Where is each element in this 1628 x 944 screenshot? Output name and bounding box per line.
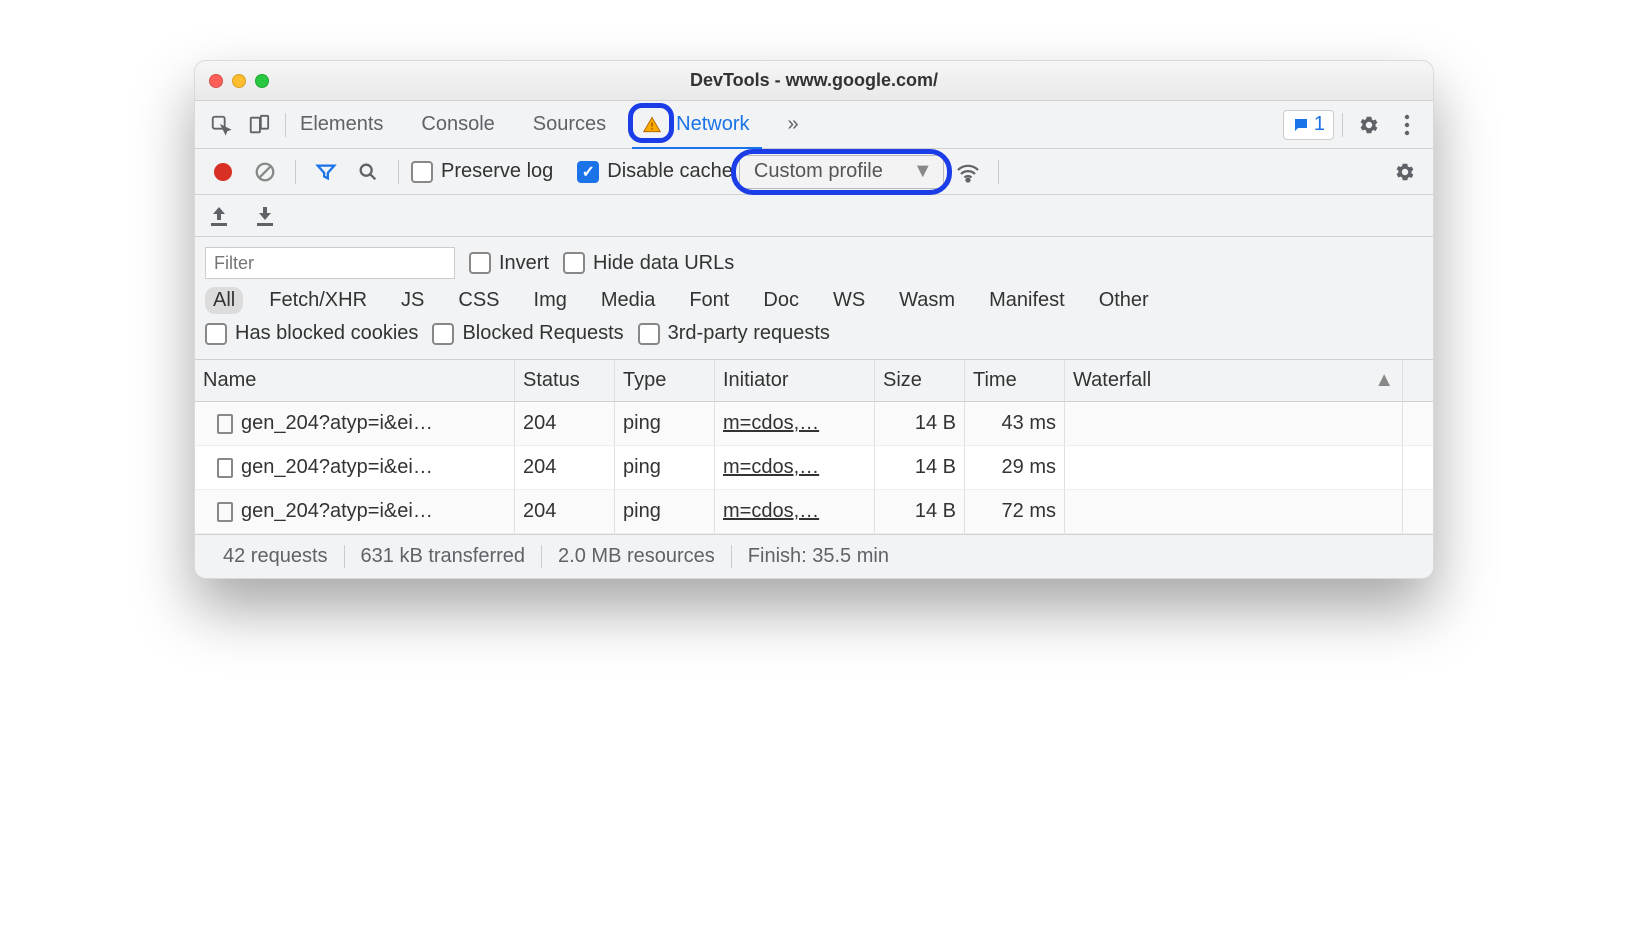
tabs-more[interactable]: » — [782, 101, 805, 148]
has-blocked-cookies-toggle[interactable]: Has blocked cookies — [205, 322, 418, 345]
tab-network-label: Network — [676, 113, 749, 136]
initiator-link[interactable]: m=cdos,… — [723, 412, 819, 435]
col-size[interactable]: Size — [875, 360, 965, 401]
network-conditions-icon[interactable] — [950, 154, 986, 190]
tab-network[interactable]: Network — [638, 101, 755, 148]
search-icon[interactable] — [350, 154, 386, 190]
invert-toggle[interactable]: Invert — [469, 252, 549, 275]
table-row[interactable]: gen_204?atyp=i&ei… 204 ping m=cdos,… 14 … — [195, 446, 1433, 490]
disable-cache-checkbox[interactable] — [577, 161, 599, 183]
chip-other[interactable]: Other — [1091, 287, 1157, 314]
titlebar: DevTools - www.google.com/ — [195, 61, 1433, 101]
window-title: DevTools - www.google.com/ — [195, 70, 1433, 91]
chip-media[interactable]: Media — [593, 287, 663, 314]
file-icon — [217, 502, 233, 522]
chip-css[interactable]: CSS — [450, 287, 507, 314]
initiator-link[interactable]: m=cdos,… — [723, 500, 819, 523]
col-time[interactable]: Time — [965, 360, 1065, 401]
issues-icon — [1292, 116, 1310, 134]
throttling-select[interactable]: Custom profile ▼ — [739, 155, 944, 189]
tab-sources[interactable]: Sources — [527, 101, 612, 148]
chip-js[interactable]: JS — [393, 287, 432, 314]
close-window-button[interactable] — [209, 74, 223, 88]
throttling-value: Custom profile — [754, 160, 883, 183]
disable-cache-label: Disable cache — [607, 160, 733, 183]
issues-count: 1 — [1314, 113, 1325, 136]
col-status[interactable]: Status — [515, 360, 615, 401]
initiator-link[interactable]: m=cdos,… — [723, 456, 819, 479]
preserve-log-toggle[interactable]: Preserve log — [411, 160, 553, 183]
preserve-log-label: Preserve log — [441, 160, 553, 183]
divider — [998, 160, 999, 184]
sort-indicator-icon: ▲ — [1374, 369, 1394, 392]
status-bar: 42 requests 631 kB transferred 2.0 MB re… — [195, 534, 1433, 578]
divider — [1342, 113, 1343, 137]
chip-doc[interactable]: Doc — [755, 287, 807, 314]
disable-cache-toggle[interactable]: Disable cache — [577, 160, 733, 183]
chip-font[interactable]: Font — [681, 287, 737, 314]
table-row[interactable]: gen_204?atyp=i&ei… 204 ping m=cdos,… 14 … — [195, 490, 1433, 534]
hide-data-urls-toggle[interactable]: Hide data URLs — [563, 252, 734, 275]
stat-requests: 42 requests — [207, 545, 345, 568]
more-menu-icon[interactable] — [1389, 107, 1425, 143]
chip-manifest[interactable]: Manifest — [981, 287, 1073, 314]
chip-img[interactable]: Img — [526, 287, 575, 314]
filter-bar: Invert Hide data URLs All Fetch/XHR JS C… — [195, 237, 1433, 360]
import-export-row — [195, 195, 1433, 237]
network-toolbar: Preserve log Disable cache Custom profil… — [195, 149, 1433, 195]
col-initiator[interactable]: Initiator — [715, 360, 875, 401]
maximize-window-button[interactable] — [255, 74, 269, 88]
network-settings-icon[interactable] — [1387, 154, 1423, 190]
stat-transferred: 631 kB transferred — [345, 545, 543, 568]
issues-badge[interactable]: 1 — [1283, 110, 1334, 140]
filter-icon[interactable] — [308, 154, 344, 190]
table-row[interactable]: gen_204?atyp=i&ei… 204 ping m=cdos,… 14 … — [195, 402, 1433, 446]
devtools-window: DevTools - www.google.com/ Elements Cons… — [194, 60, 1434, 579]
stat-finish: Finish: 35.5 min — [732, 545, 905, 568]
tab-elements[interactable]: Elements — [294, 101, 389, 148]
blocked-requests-toggle[interactable]: Blocked Requests — [432, 322, 623, 345]
divider — [398, 160, 399, 184]
col-name[interactable]: Name — [195, 360, 515, 401]
third-party-toggle[interactable]: 3rd-party requests — [638, 322, 830, 345]
chip-wasm[interactable]: Wasm — [891, 287, 963, 314]
preserve-log-checkbox[interactable] — [411, 161, 433, 183]
type-filter-chips: All Fetch/XHR JS CSS Img Media Font Doc … — [201, 283, 1427, 318]
requests-table: Name Status Type Initiator Size Time Wat… — [195, 360, 1433, 534]
table-header: Name Status Type Initiator Size Time Wat… — [195, 360, 1433, 402]
chevron-down-icon: ▼ — [913, 160, 933, 183]
file-icon — [217, 458, 233, 478]
chip-fetch-xhr[interactable]: Fetch/XHR — [261, 287, 375, 314]
panel-tabs: Elements Console Sources Network » — [294, 101, 805, 148]
record-button[interactable] — [205, 154, 241, 190]
divider — [285, 113, 286, 137]
inspect-element-icon[interactable] — [203, 107, 239, 143]
col-waterfall[interactable]: Waterfall▲ — [1065, 360, 1403, 401]
settings-icon[interactable] — [1351, 107, 1387, 143]
warning-icon — [642, 115, 662, 135]
chip-all[interactable]: All — [205, 287, 243, 314]
chip-ws[interactable]: WS — [825, 287, 873, 314]
upload-har-icon[interactable] — [209, 198, 229, 234]
col-scroll — [1403, 360, 1433, 401]
download-har-icon[interactable] — [255, 198, 275, 234]
main-toolbar: Elements Console Sources Network » 1 — [195, 101, 1433, 149]
minimize-window-button[interactable] — [232, 74, 246, 88]
col-type[interactable]: Type — [615, 360, 715, 401]
device-toolbar-icon[interactable] — [241, 107, 277, 143]
tab-console[interactable]: Console — [415, 101, 500, 148]
filter-input[interactable] — [205, 247, 455, 279]
traffic-lights — [209, 74, 269, 88]
clear-icon[interactable] — [247, 154, 283, 190]
file-icon — [217, 414, 233, 434]
divider — [295, 160, 296, 184]
stat-resources: 2.0 MB resources — [542, 545, 732, 568]
